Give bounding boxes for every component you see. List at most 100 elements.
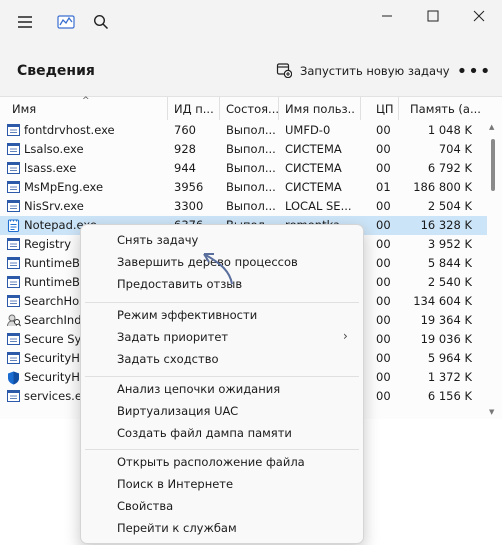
process-status: Выпол...	[226, 199, 276, 213]
search-icon[interactable]	[88, 8, 114, 36]
process-status: Выпол...	[226, 123, 276, 137]
menu-separator	[85, 376, 359, 377]
maximize-icon[interactable]	[410, 0, 456, 32]
column-divider[interactable]	[278, 97, 279, 120]
minimize-icon[interactable]	[364, 0, 410, 32]
column-header-pid[interactable]: ИД п...	[174, 102, 220, 116]
column-divider[interactable]	[360, 97, 361, 120]
process-user: LOCAL SE...	[285, 199, 352, 213]
app-window-icon	[7, 238, 20, 250]
menu-item-go-to-services[interactable]: Перейти к службам	[117, 521, 237, 541]
close-icon[interactable]	[456, 0, 502, 32]
column-header-cpu[interactable]: ЦП	[376, 102, 398, 116]
process-memory: 1 048 K	[427, 123, 472, 137]
process-cpu: 00	[376, 218, 391, 232]
menu-separator	[85, 449, 359, 450]
table-row[interactable]: MsMpEng.exe 3956 Выпол... СИСТЕМА 01 186 800 …	[0, 178, 487, 197]
table-row[interactable]: NisSrv.exe 3300 Выпол... LOCAL SE... 00 2 504…	[0, 197, 487, 216]
column-header-status[interactable]: Состоя...	[226, 102, 278, 116]
menu-item-search-online[interactable]: Поиск в Интернете	[117, 477, 233, 497]
table-row[interactable]: Lsalso.exe 928 Выпол... СИСТЕМА 00 704 K	[0, 140, 487, 159]
toolbar: Сведения Запустить новую задачу •••	[0, 46, 502, 96]
process-cpu: 00	[376, 332, 391, 346]
table-header: Имя ^ ИД п... Состоя... Имя польз... ЦП …	[0, 96, 502, 120]
search-user-icon	[7, 314, 21, 327]
menu-item-set-affinity[interactable]: Задать сходство	[117, 352, 219, 372]
process-user: СИСТЕМА	[285, 142, 342, 156]
app-window-icon	[7, 390, 20, 402]
process-cpu: 00	[376, 256, 391, 270]
process-memory: 5 844 K	[427, 256, 472, 270]
column-divider[interactable]	[219, 97, 220, 120]
process-memory: 6 792 K	[427, 161, 472, 175]
menu-item-end-task[interactable]: Снять задачу	[117, 233, 198, 253]
process-name: NisSrv.exe	[24, 199, 84, 213]
process-memory: 2 504 K	[427, 199, 472, 213]
process-cpu: 00	[376, 389, 391, 403]
app-window-icon	[7, 295, 20, 307]
process-cpu: 00	[376, 313, 391, 327]
run-task-icon	[276, 62, 293, 81]
column-header-memory[interactable]: Память (а...	[410, 102, 482, 116]
process-cpu: 00	[376, 123, 391, 137]
column-divider[interactable]	[398, 97, 399, 120]
process-cpu: 00	[376, 351, 391, 365]
process-memory: 6 156 K	[427, 389, 472, 403]
notepad-icon	[7, 219, 20, 233]
process-cpu: 00	[376, 237, 391, 251]
process-user: СИСТЕМА	[285, 180, 342, 194]
process-user: СИСТЕМА	[285, 161, 342, 175]
menu-item-create-dump-file[interactable]: Создать файл дампа памяти	[117, 426, 292, 446]
sort-ascending-icon: ^	[82, 96, 90, 106]
process-cpu: 00	[376, 199, 391, 213]
menu-item-analyze-wait-chain[interactable]: Анализ цепочки ожидания	[117, 382, 280, 402]
process-cpu: 00	[376, 370, 391, 384]
menu-item-efficiency-mode[interactable]: Режим эффективности	[117, 308, 257, 328]
app-window-icon	[7, 257, 20, 269]
process-memory: 1 372 K	[427, 370, 472, 384]
menu-item-set-priority[interactable]: Задать приоритет	[117, 330, 228, 350]
process-status: Выпол...	[226, 142, 276, 156]
scroll-down-icon[interactable]: ▼	[489, 408, 494, 416]
process-pid: 760	[174, 123, 196, 137]
app-window-icon	[7, 276, 20, 288]
run-new-task-button[interactable]: Запустить новую задачу	[276, 58, 450, 84]
column-header-user[interactable]: Имя польз...	[285, 102, 355, 116]
process-name: Lsalso.exe	[24, 142, 84, 156]
menu-item-open-file-location[interactable]: Открыть расположение файла	[117, 455, 305, 475]
process-name: MsMpEng.exe	[24, 180, 104, 194]
process-pid: 944	[174, 161, 196, 175]
process-pid: 928	[174, 142, 196, 156]
menu-icon[interactable]	[12, 8, 38, 36]
process-name: fontdrvhost.exe	[24, 123, 115, 137]
vertical-scrollbar[interactable]: ▲ ▼	[488, 121, 498, 417]
menu-item-uac-virtualization[interactable]: Виртуализация UAC	[117, 404, 238, 424]
process-memory: 5 964 K	[427, 351, 472, 365]
process-memory: 3 952 K	[427, 237, 472, 251]
column-header-name[interactable]: Имя	[12, 102, 82, 116]
process-status: Выпол...	[226, 161, 276, 175]
app-window-icon	[7, 181, 20, 193]
process-user: UMFD-0	[285, 123, 331, 137]
process-memory: 186 800 K	[413, 180, 472, 194]
menu-item-properties[interactable]: Свойства	[117, 499, 173, 519]
app-window-icon	[7, 200, 20, 212]
process-cpu: 00	[376, 161, 391, 175]
table-row[interactable]: fontdrvhost.exe 760 Выпол... UMFD-0 00 1 048 …	[0, 121, 487, 140]
app-window-icon	[7, 333, 20, 345]
run-task-label: Запустить новую задачу	[300, 64, 450, 78]
scroll-up-icon[interactable]: ▲	[489, 123, 494, 131]
app-window-icon	[7, 143, 20, 155]
app-window-icon	[7, 352, 20, 364]
table-row[interactable]: lsass.exe 944 Выпол... СИСТЕМА 00 6 792 K	[0, 159, 487, 178]
column-divider[interactable]	[167, 97, 168, 120]
app-window-icon	[7, 162, 20, 174]
process-name: lsass.exe	[24, 161, 77, 175]
submenu-chevron-icon: ›	[343, 329, 348, 343]
process-memory: 16 328 K	[420, 218, 472, 232]
more-options-button[interactable]: •••	[457, 58, 491, 84]
process-memory: 704 K	[438, 142, 472, 156]
process-cpu: 00	[376, 142, 391, 156]
process-memory: 134 604 K	[413, 294, 472, 308]
scrollbar-thumb[interactable]	[491, 139, 495, 191]
